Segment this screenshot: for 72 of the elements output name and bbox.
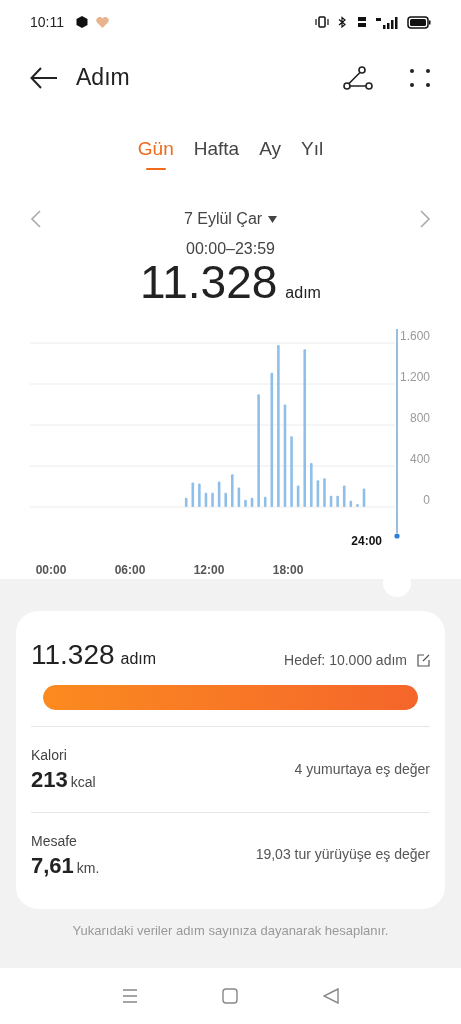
- step-bar: [231, 474, 234, 507]
- stat-equivalent: 4 yumurtaya eş değer: [294, 759, 430, 779]
- stat-unit: km.: [76, 858, 100, 878]
- stat-unit: kcal: [70, 773, 96, 792]
- step-bar: [296, 485, 300, 507]
- goal-text: Hedef: 10.000 adım: [284, 651, 407, 670]
- stat-value: 7,61: [31, 851, 74, 879]
- step-bar: [237, 487, 241, 507]
- period-tab[interactable]: Hafta: [193, 135, 240, 171]
- cube-icon: [76, 16, 88, 28]
- vibrate-icon: [315, 16, 329, 28]
- y-tick-label: 1.200: [399, 370, 430, 384]
- previous-chevron-icon[interactable]: [30, 209, 42, 229]
- date-dropdown[interactable]: 7 Eylül Çar: [183, 207, 278, 231]
- edit-icon[interactable]: [417, 654, 430, 667]
- step-bar: [316, 480, 320, 507]
- step-bar: [250, 497, 254, 507]
- step-bar: [244, 499, 247, 507]
- step-bar: [323, 478, 326, 507]
- step-bar: [336, 495, 339, 507]
- footnote: Yukarıdaki veriler adım sayınıza dayanarak hesaplanır.: [71, 922, 390, 940]
- steps-unit: adım: [120, 649, 157, 669]
- y-tick-label: 400: [409, 452, 430, 466]
- step-bar: [356, 503, 359, 507]
- home-square-icon[interactable]: [222, 988, 239, 1004]
- step-bar: [198, 483, 201, 507]
- step-bar: [329, 495, 333, 507]
- status-time: 10:11: [30, 12, 64, 32]
- back-triangle-icon[interactable]: [322, 988, 339, 1004]
- x-tick-label: 12:00: [193, 563, 225, 577]
- y-tick-label: 0: [423, 493, 430, 507]
- step-bar: [217, 481, 221, 507]
- step-bar: [290, 436, 293, 507]
- menu-icon[interactable]: [122, 989, 139, 1003]
- x-tick-label: 00:00: [35, 563, 67, 577]
- step-bar: [263, 496, 267, 507]
- share-icon[interactable]: [343, 65, 373, 90]
- battery-icon: [407, 15, 431, 29]
- stat-label: Kalori: [31, 746, 68, 765]
- period-tab[interactable]: Ay: [259, 135, 281, 171]
- step-bar: [224, 492, 227, 507]
- back-arrow-icon[interactable]: [30, 66, 58, 89]
- step-bar: [184, 497, 188, 507]
- step-bar: [191, 482, 195, 507]
- step-bar: [362, 488, 366, 507]
- tab-indicator: [145, 167, 166, 170]
- step-bar: [211, 492, 214, 507]
- time-range: 00:00–23:59: [185, 239, 276, 259]
- more-icon[interactable]: [409, 67, 431, 88]
- dropdown-caret-icon: [268, 215, 278, 223]
- bluetooth-icon: [337, 15, 349, 29]
- cursor-time-label: 24:00: [351, 534, 382, 548]
- steps-unit: adım: [285, 283, 321, 303]
- step-bar: [342, 485, 346, 507]
- heart-icon: [96, 16, 109, 28]
- y-tick-label: 1.600: [399, 329, 430, 343]
- step-bar: [349, 500, 353, 507]
- next-chevron-icon[interactable]: [419, 209, 431, 229]
- x-tick-label: 18:00: [272, 563, 304, 577]
- total-steps: 11.328: [140, 259, 278, 305]
- step-bar: [204, 492, 208, 507]
- stat-equivalent: 19,03 tur yürüyüşe eş değer: [255, 845, 430, 865]
- page-title: Adım: [76, 63, 130, 93]
- y-tick-label: 800: [409, 411, 430, 425]
- x-tick-label: 06:00: [114, 563, 146, 577]
- step-bar: [310, 462, 313, 507]
- stat-value: 213: [31, 766, 68, 794]
- signal-icon: [375, 15, 399, 29]
- time-cursor[interactable]: [394, 329, 400, 539]
- period-tab[interactable]: Yıl: [301, 135, 324, 171]
- steps-value: 11.328: [31, 641, 115, 669]
- stat-label: Mesafe: [31, 831, 78, 851]
